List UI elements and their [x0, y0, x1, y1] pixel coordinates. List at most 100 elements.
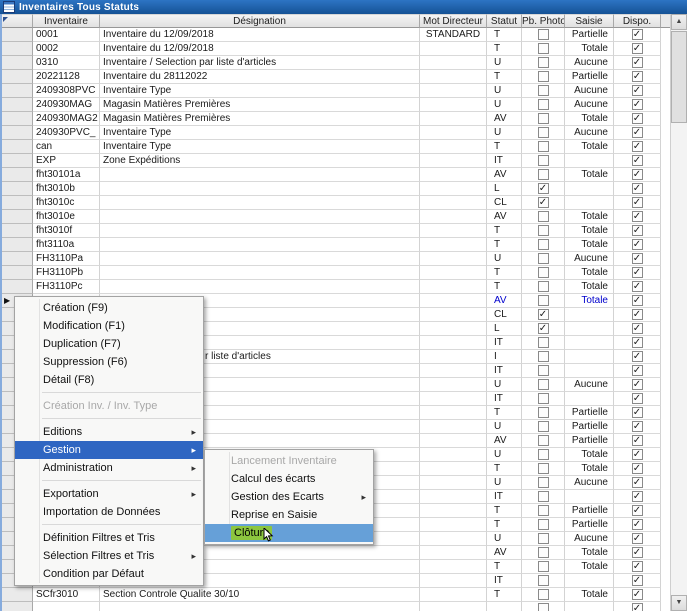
- row-selector[interactable]: [2, 70, 33, 84]
- table-row[interactable]: FH3110Pa U Aucune ✓: [2, 252, 670, 266]
- cell-designation[interactable]: [100, 266, 420, 280]
- pb-photo-checkbox[interactable]: [538, 435, 549, 446]
- cell-saisie[interactable]: Partielle: [565, 406, 614, 420]
- cell-pb-photo[interactable]: [522, 434, 565, 448]
- table-row[interactable]: 20221128 Inventaire du 28112022 T Partie…: [2, 70, 670, 84]
- cell-mot-directeur[interactable]: [420, 462, 487, 476]
- cell-dispo[interactable]: ✓: [614, 70, 661, 84]
- cell-pb-photo[interactable]: [522, 224, 565, 238]
- pb-photo-checkbox[interactable]: [538, 85, 549, 96]
- dispo-checkbox[interactable]: ✓: [632, 267, 643, 278]
- dispo-checkbox[interactable]: ✓: [632, 449, 643, 460]
- cell-statut[interactable]: L: [487, 322, 522, 336]
- cell-statut[interactable]: T: [487, 28, 522, 42]
- pb-photo-checkbox[interactable]: [538, 337, 549, 348]
- menu-item-editions[interactable]: Editions ▸: [15, 423, 203, 441]
- cell-mot-directeur[interactable]: [420, 224, 487, 238]
- table-row[interactable]: 2409308PVC Inventaire Type U Aucune ✓: [2, 84, 670, 98]
- cell-statut[interactable]: L: [487, 182, 522, 196]
- cell-dispo[interactable]: ✓: [614, 154, 661, 168]
- menu-item-gestion-des-ecarts[interactable]: Gestion des Ecarts ▸: [205, 488, 373, 506]
- cell-mot-directeur[interactable]: [420, 504, 487, 518]
- dispo-checkbox[interactable]: ✓: [632, 463, 643, 474]
- cell-statut[interactable]: IT: [487, 336, 522, 350]
- table-row[interactable]: EXP Zone Expéditions IT ✓: [2, 154, 670, 168]
- cell-inventaire[interactable]: fht30101a: [33, 168, 100, 182]
- pb-photo-checkbox[interactable]: [538, 71, 549, 82]
- dispo-checkbox[interactable]: ✓: [632, 337, 643, 348]
- cell-saisie[interactable]: Totale: [565, 168, 614, 182]
- cell-pb-photo[interactable]: [522, 210, 565, 224]
- cell-dispo[interactable]: ✓: [614, 350, 661, 364]
- cell-statut[interactable]: T: [487, 588, 522, 602]
- table-row[interactable]: 240930MAG Magasin Matières Premières U A…: [2, 98, 670, 112]
- cell-mot-directeur[interactable]: [420, 154, 487, 168]
- cell-dispo[interactable]: ✓: [614, 602, 661, 611]
- cell-pb-photo[interactable]: [522, 238, 565, 252]
- cell-pb-photo[interactable]: [522, 462, 565, 476]
- cell-pb-photo[interactable]: [522, 252, 565, 266]
- cell-designation[interactable]: [100, 168, 420, 182]
- cell-mot-directeur[interactable]: [420, 266, 487, 280]
- pb-photo-checkbox[interactable]: [538, 463, 549, 474]
- cell-statut[interactable]: U: [487, 98, 522, 112]
- dispo-checkbox[interactable]: ✓: [632, 547, 643, 558]
- cell-designation[interactable]: Inventaire Type: [100, 140, 420, 154]
- cell-pb-photo[interactable]: ✓: [522, 308, 565, 322]
- cell-dispo[interactable]: ✓: [614, 112, 661, 126]
- pb-photo-checkbox[interactable]: [538, 547, 549, 558]
- dispo-checkbox[interactable]: ✓: [632, 113, 643, 124]
- pb-photo-checkbox[interactable]: [538, 169, 549, 180]
- pb-photo-checkbox[interactable]: ✓: [538, 183, 549, 194]
- cell-designation[interactable]: Inventaire du 12/09/2018: [100, 42, 420, 56]
- cell-pb-photo[interactable]: [522, 28, 565, 42]
- cell-mot-directeur[interactable]: [420, 350, 487, 364]
- cell-saisie[interactable]: Partielle: [565, 28, 614, 42]
- cell-saisie[interactable]: Aucune: [565, 98, 614, 112]
- cell-mot-directeur[interactable]: [420, 434, 487, 448]
- cell-saisie[interactable]: [565, 154, 614, 168]
- cell-designation[interactable]: [100, 238, 420, 252]
- dispo-checkbox[interactable]: ✓: [632, 85, 643, 96]
- table-row[interactable]: fht3010c CL ✓ ✓: [2, 196, 670, 210]
- cell-pb-photo[interactable]: [522, 504, 565, 518]
- cell-pb-photo[interactable]: [522, 266, 565, 280]
- pb-photo-checkbox[interactable]: [538, 239, 549, 250]
- header-saisie[interactable]: Saisie: [565, 14, 614, 28]
- cell-statut[interactable]: U: [487, 84, 522, 98]
- cell-inventaire[interactable]: 2409308PVC: [33, 84, 100, 98]
- cell-designation[interactable]: Inventaire Type: [100, 84, 420, 98]
- cell-saisie[interactable]: Aucune: [565, 476, 614, 490]
- cell-inventaire[interactable]: fht3010f: [33, 224, 100, 238]
- cell-dispo[interactable]: ✓: [614, 406, 661, 420]
- pb-photo-checkbox[interactable]: [538, 393, 549, 404]
- cell-inventaire[interactable]: fht3010c: [33, 196, 100, 210]
- dispo-checkbox[interactable]: ✓: [632, 225, 643, 236]
- table-row[interactable]: 0310 Inventaire / Selection par liste d'…: [2, 56, 670, 70]
- pb-photo-checkbox[interactable]: [538, 267, 549, 278]
- header-mot-directeur[interactable]: Mot Directeur: [420, 14, 487, 28]
- cell-mot-directeur[interactable]: [420, 378, 487, 392]
- cell-dispo[interactable]: ✓: [614, 364, 661, 378]
- cell-pb-photo[interactable]: [522, 378, 565, 392]
- cell-dispo[interactable]: ✓: [614, 252, 661, 266]
- row-selector[interactable]: [2, 84, 33, 98]
- cell-dispo[interactable]: ✓: [614, 84, 661, 98]
- cell-pb-photo[interactable]: [522, 42, 565, 56]
- cell-pb-photo[interactable]: [522, 518, 565, 532]
- cell-saisie[interactable]: [565, 336, 614, 350]
- cell-mot-directeur[interactable]: [420, 56, 487, 70]
- cell-dispo[interactable]: ✓: [614, 168, 661, 182]
- pb-photo-checkbox[interactable]: [538, 295, 549, 306]
- cell-mot-directeur[interactable]: [420, 126, 487, 140]
- cell-mot-directeur[interactable]: [420, 546, 487, 560]
- pb-photo-checkbox[interactable]: [538, 211, 549, 222]
- scroll-thumb[interactable]: [671, 31, 687, 123]
- cell-designation[interactable]: [100, 602, 420, 611]
- cell-dispo[interactable]: ✓: [614, 210, 661, 224]
- cell-dispo[interactable]: ✓: [614, 532, 661, 546]
- cell-inventaire[interactable]: 240930MAG2: [33, 112, 100, 126]
- cell-mot-directeur[interactable]: [420, 518, 487, 532]
- cell-designation[interactable]: [100, 196, 420, 210]
- cell-mot-directeur[interactable]: [420, 238, 487, 252]
